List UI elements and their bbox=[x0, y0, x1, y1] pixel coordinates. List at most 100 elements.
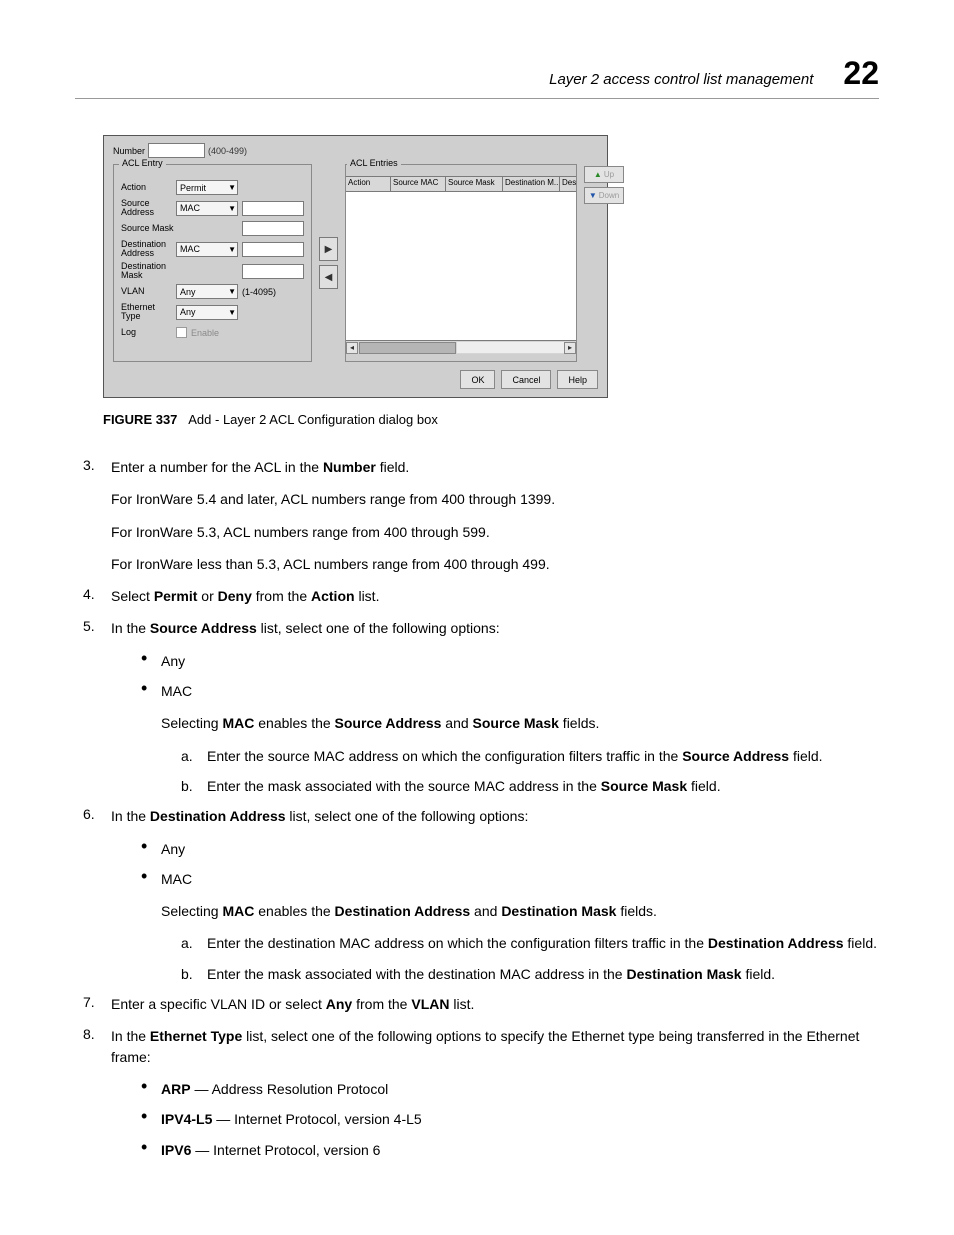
action-value: Permit bbox=[180, 183, 206, 193]
source-address-label: Source Address bbox=[121, 199, 176, 217]
dest-mask-input[interactable] bbox=[242, 264, 304, 279]
text: Enter the mask associated with the desti… bbox=[207, 966, 626, 982]
text: fields. bbox=[559, 715, 599, 731]
text: field. bbox=[742, 966, 775, 982]
action-select[interactable]: Permit ▼ bbox=[176, 180, 238, 195]
up-label: Up bbox=[604, 170, 614, 179]
th-source-mask: Source Mask bbox=[446, 177, 503, 191]
entries-table-body bbox=[346, 192, 576, 341]
bullet-mac: MAC Selecting MAC enables the Source Add… bbox=[141, 681, 879, 796]
text: For IronWare 5.4 and later, ACL numbers … bbox=[111, 489, 879, 509]
reorder-buttons: ▲ Up ▼ Down bbox=[584, 164, 624, 362]
vlan-value: Any bbox=[180, 287, 196, 297]
text: For IronWare less than 5.3, ACL numbers … bbox=[111, 554, 879, 574]
step-4: Select Permit or Deny from the Action li… bbox=[75, 586, 879, 606]
move-left-button[interactable]: ◀ bbox=[319, 265, 338, 289]
header-page-number: 22 bbox=[843, 55, 879, 92]
entries-table-header: Action Source MAC Source Mask Destinatio… bbox=[346, 176, 576, 192]
source-address-input[interactable] bbox=[242, 201, 304, 216]
bullet-mac: MAC Selecting MAC enables the Destinatio… bbox=[141, 869, 879, 984]
eth-type-select[interactable]: Any ▼ bbox=[176, 305, 238, 320]
acl-entries-panel: ACL Entries Action Source MAC Source Mas… bbox=[345, 164, 577, 362]
text-bold: Action bbox=[311, 588, 355, 604]
source-mask-label: Source Mask bbox=[121, 224, 176, 233]
log-checkbox[interactable] bbox=[176, 327, 187, 338]
text: Enter the mask associated with the sourc… bbox=[207, 778, 601, 794]
text: In the bbox=[111, 620, 150, 636]
step-5a: Enter the source MAC address on which th… bbox=[181, 746, 879, 766]
text-bold: Source Mask bbox=[473, 715, 559, 731]
ok-button[interactable]: OK bbox=[460, 370, 495, 389]
text: from the bbox=[352, 996, 411, 1012]
bullet-any: Any bbox=[141, 839, 879, 859]
dest-address-select[interactable]: MAC ▼ bbox=[176, 242, 238, 257]
dest-address-label: Destination Address bbox=[121, 240, 176, 258]
text: and bbox=[470, 903, 501, 919]
scroll-thumb[interactable] bbox=[359, 342, 456, 354]
cancel-button[interactable]: Cancel bbox=[501, 370, 551, 389]
step-5b: Enter the mask associated with the sourc… bbox=[181, 776, 879, 796]
text: Selecting bbox=[161, 903, 222, 919]
text-bold: Ethernet Type bbox=[150, 1028, 242, 1044]
header-title: Layer 2 access control list management bbox=[549, 71, 813, 88]
text: In the bbox=[111, 808, 150, 824]
step-6a: Enter the destination MAC address on whi… bbox=[181, 933, 879, 953]
dialog-footer: OK Cancel Help bbox=[113, 370, 598, 389]
vlan-hint: (1-4095) bbox=[242, 287, 276, 297]
acl-config-dialog: Number (400-499) ACL Entry Action Permit… bbox=[103, 135, 608, 398]
text: field. bbox=[687, 778, 720, 794]
text-bold: Source Address bbox=[150, 620, 257, 636]
triangle-up-icon: ▲ bbox=[594, 170, 602, 179]
text: Enter the source MAC address on which th… bbox=[207, 748, 682, 764]
bullet-ipv6: IPV6 — Internet Protocol, version 6 bbox=[141, 1140, 879, 1160]
eth-type-label: Ethernet Type bbox=[121, 303, 176, 321]
text: field. bbox=[789, 748, 822, 764]
figure-caption: FIGURE 337 Add - Layer 2 ACL Configurati… bbox=[103, 412, 879, 427]
move-up-button[interactable]: ▲ Up bbox=[584, 166, 624, 183]
scroll-left-icon[interactable]: ◂ bbox=[346, 342, 358, 354]
text: or bbox=[197, 588, 217, 604]
move-down-button[interactable]: ▼ Down bbox=[584, 187, 624, 204]
source-address-select[interactable]: MAC ▼ bbox=[176, 201, 238, 216]
text-bold: Permit bbox=[154, 588, 198, 604]
vlan-label: VLAN bbox=[121, 287, 176, 296]
source-mask-input[interactable] bbox=[242, 221, 304, 236]
help-button[interactable]: Help bbox=[557, 370, 598, 389]
number-input[interactable] bbox=[148, 143, 205, 158]
step-5: In the Source Address list, select one o… bbox=[75, 618, 879, 796]
triangle-down-icon: ▼ bbox=[589, 191, 597, 200]
bullet-arp: ARP — Address Resolution Protocol bbox=[141, 1079, 879, 1099]
log-label: Log bbox=[121, 328, 176, 337]
text: MAC bbox=[161, 869, 879, 889]
text-bold: Destination Address bbox=[335, 903, 471, 919]
text-bold: Destination Address bbox=[708, 935, 844, 951]
text: list. bbox=[449, 996, 474, 1012]
text-bold: Number bbox=[323, 459, 376, 475]
text: field. bbox=[376, 459, 409, 475]
chevron-down-icon: ▼ bbox=[228, 245, 236, 254]
move-right-button[interactable]: ▶ bbox=[319, 237, 338, 261]
eth-type-value: Any bbox=[180, 307, 196, 317]
text-bold: VLAN bbox=[411, 996, 449, 1012]
scroll-right-icon[interactable]: ▸ bbox=[564, 342, 576, 354]
acl-entry-title: ACL Entry bbox=[119, 158, 166, 168]
th-dest-mask: Destinat bbox=[560, 177, 576, 191]
acl-entries-title: ACL Entries bbox=[347, 158, 401, 168]
horizontal-scrollbar[interactable]: ◂ ▸ bbox=[346, 341, 576, 354]
th-source-mac: Source MAC bbox=[391, 177, 446, 191]
text: enables the bbox=[254, 903, 334, 919]
transfer-arrows: ▶ ◀ bbox=[319, 164, 338, 362]
th-dest-mac: Destination M... bbox=[503, 177, 560, 191]
step-6: In the Destination Address list, select … bbox=[75, 806, 879, 984]
step-6b: Enter the mask associated with the desti… bbox=[181, 964, 879, 984]
source-address-value: MAC bbox=[180, 203, 200, 213]
text: For IronWare 5.3, ACL numbers range from… bbox=[111, 522, 879, 542]
text-bold: MAC bbox=[222, 715, 254, 731]
acl-entry-panel: ACL Entry Action Permit ▼ Source Address… bbox=[113, 164, 312, 362]
text: Enter a number for the ACL in the bbox=[111, 459, 323, 475]
chevron-down-icon: ▼ bbox=[228, 183, 236, 192]
log-checkbox-label: Enable bbox=[191, 328, 219, 338]
dest-address-input[interactable] bbox=[242, 242, 304, 257]
number-label: Number bbox=[113, 146, 145, 156]
vlan-select[interactable]: Any ▼ bbox=[176, 284, 238, 299]
